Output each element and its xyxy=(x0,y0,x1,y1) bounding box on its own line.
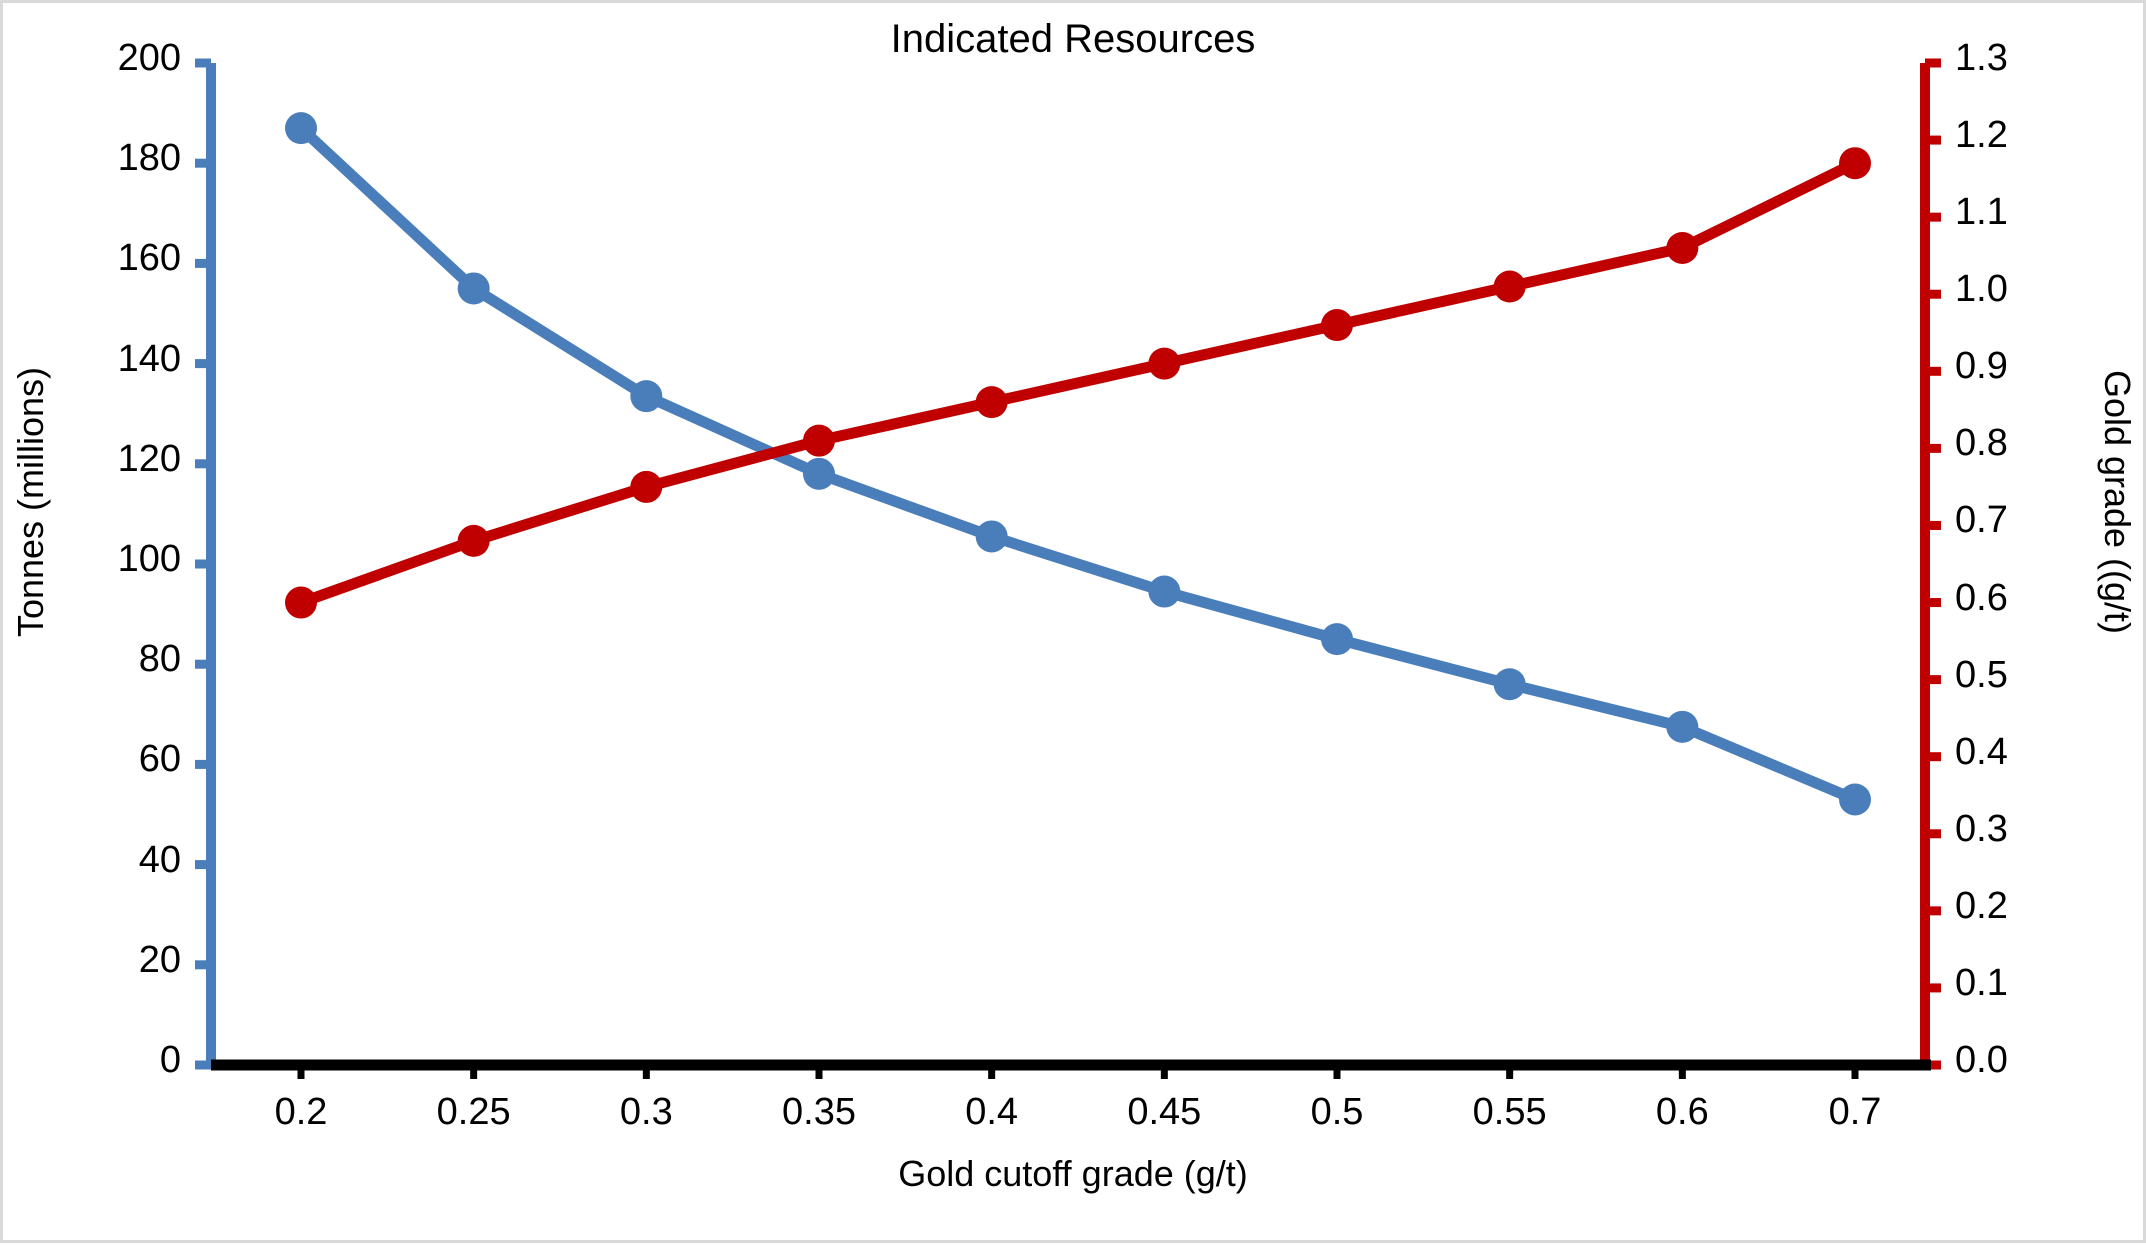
series-line-1 xyxy=(295,157,1861,609)
y-axis-left-tick-label: 60 xyxy=(138,738,181,781)
y-axis-right-tick-label: 1.1 xyxy=(1955,191,2008,234)
y-axis-right-tick-label: 0.2 xyxy=(1955,884,2008,927)
y-axis-left-tick-label: 140 xyxy=(117,337,181,380)
y-axis-left-tick-label: 120 xyxy=(117,437,181,480)
data-point xyxy=(1148,575,1181,608)
y-axis-right-tick-label: 0.9 xyxy=(1955,345,2008,388)
y-axis-right-tick-label: 1.2 xyxy=(1955,114,2008,157)
y-axis-right-tick-label: 0.4 xyxy=(1955,730,2008,773)
data-point xyxy=(1493,668,1526,701)
chart-canvas xyxy=(195,58,1941,1079)
y-axis-right-tick-label: 1.0 xyxy=(1955,268,2008,311)
x-axis-tick-label: 0.3 xyxy=(619,1091,673,1133)
x-axis-tick-label: 0.55 xyxy=(1472,1091,1547,1133)
data-point xyxy=(1493,270,1526,303)
y-axis-right-tick-label: 0.1 xyxy=(1955,961,2008,1004)
y-axis-right-title: Gold grade ((g/t) xyxy=(2097,369,2138,635)
y-axis-left-tick-label: 200 xyxy=(117,37,181,79)
series-line-0 xyxy=(295,122,1861,805)
data-point xyxy=(630,470,663,503)
y-axis-left-title: Tonnes (millions) xyxy=(10,366,51,638)
data-point xyxy=(975,386,1008,419)
x-axis-tick-label: 0.7 xyxy=(1828,1091,1882,1133)
y-axis-left-tick-label: 40 xyxy=(138,838,181,881)
data-point xyxy=(630,380,663,413)
y-axis-right-tick-label: 0.3 xyxy=(1955,807,2008,850)
plot-area xyxy=(3,3,2146,1246)
y-axis-right-tick-label: 1.3 xyxy=(1955,37,2008,79)
x-axis-tick-label: 0.6 xyxy=(1655,1091,1709,1133)
data-point xyxy=(803,424,835,457)
x-axis-tick-label: 0.35 xyxy=(782,1091,856,1133)
data-point xyxy=(1666,710,1699,743)
data-point xyxy=(285,112,317,145)
x-axis-tick-label: 0.45 xyxy=(1127,1091,1202,1133)
x-axis-tick-label: 0.25 xyxy=(436,1091,511,1133)
data-point xyxy=(803,457,835,490)
y-axis-right-tick-label: 0.5 xyxy=(1955,653,2008,696)
series-group xyxy=(285,112,1871,816)
data-point xyxy=(1321,623,1353,656)
data-point xyxy=(457,524,490,557)
y-axis-right-tick-label: 0.8 xyxy=(1955,422,2008,465)
y-axis-left-tick-label: 100 xyxy=(117,538,181,580)
data-point xyxy=(1839,147,1871,180)
y-axis-right-tick-label: 0.0 xyxy=(1955,1039,2008,1081)
data-point xyxy=(1321,309,1353,342)
y-axis-right-tick-label: 0.7 xyxy=(1955,499,2008,542)
axes-group xyxy=(195,58,1941,1079)
y-axis-left-tick-label: 180 xyxy=(117,137,181,180)
data-point xyxy=(1666,231,1699,264)
data-point xyxy=(457,272,490,305)
data-point xyxy=(1839,783,1871,816)
y-axis-left-tick-label: 0 xyxy=(159,1039,181,1081)
y-axis-left-tick-label: 160 xyxy=(117,237,181,280)
y-axis-left-tick-label: 80 xyxy=(138,638,181,681)
x-axis-tick-label: 0.5 xyxy=(1310,1091,1364,1133)
x-axis-tick-label: 0.2 xyxy=(274,1091,328,1133)
chart-container: Indicated Resources 0 20 40 60 80 100 120 140 16… xyxy=(0,0,2146,1243)
data-point xyxy=(285,586,317,619)
x-axis-title: Gold cutoff grade (g/t) xyxy=(898,1153,1248,1194)
y-axis-left-tick-label: 20 xyxy=(138,938,181,981)
data-point xyxy=(1148,347,1181,380)
y-axis-right-tick-label: 0.6 xyxy=(1955,576,2008,619)
x-axis-tick-label: 0.4 xyxy=(965,1091,1019,1133)
data-point xyxy=(975,520,1008,553)
